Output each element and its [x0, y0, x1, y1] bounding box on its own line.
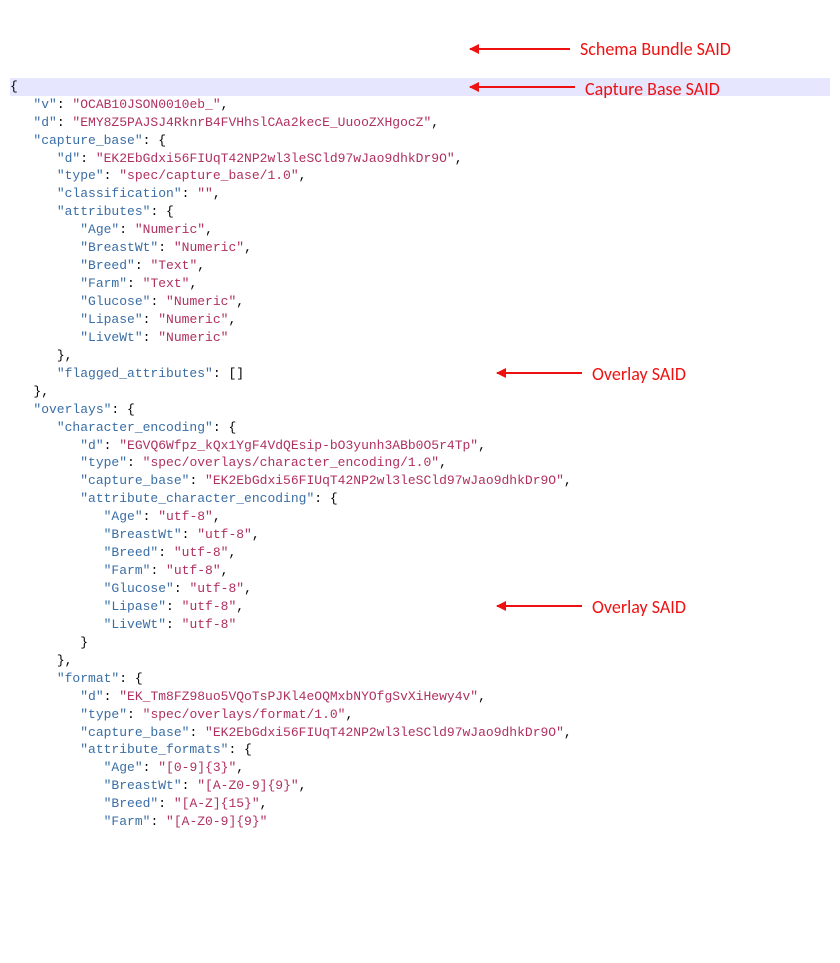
json-key: "Farm" — [80, 276, 127, 291]
json-string: "spec/capture_base/1.0" — [119, 168, 298, 183]
json-string: "EK2EbGdxi56FIUqT42NP2wl3leSCld97wJao9dh… — [205, 473, 564, 488]
json-string: "EK2EbGdxi56FIUqT42NP2wl3leSCld97wJao9dh… — [205, 725, 564, 740]
json-string: "utf-8" — [174, 545, 229, 560]
json-key: "BreastWt" — [104, 527, 182, 542]
json-string: "[A-Z0-9]{9}" — [166, 814, 267, 829]
json-key: "attributes" — [57, 204, 151, 219]
json-key: "attribute_formats" — [80, 742, 228, 757]
json-string: "OCAB10JSON0010eb_" — [72, 97, 220, 112]
json-string: "Numeric" — [158, 312, 228, 327]
json-string: "EGVQ6Wfpz_kQx1YgF4VdQEsip-bO3yunh3ABb0O… — [119, 438, 478, 453]
json-key: "capture_base" — [33, 133, 142, 148]
json-string: "utf-8" — [182, 617, 237, 632]
arrow-icon — [470, 48, 570, 50]
json-string: "EMY8Z5PAJSJ4RknrB4FVHhslCAa2kecE_UuooZX… — [72, 115, 431, 130]
json-key: "Breed" — [104, 796, 159, 811]
json-string: "EK2EbGdxi56FIUqT42NP2wl3leSCld97wJao9dh… — [96, 151, 455, 166]
json-string: "EK_Tm8FZ98uo5VQoTsPJKl4eOQMxbNYOfgSvXiH… — [119, 689, 478, 704]
json-string: "[A-Z0-9]{9}" — [197, 778, 298, 793]
json-string: "utf-8" — [189, 581, 244, 596]
json-key: "attribute_character_encoding" — [80, 491, 314, 506]
json-string: "utf-8" — [158, 509, 213, 524]
json-key: "Lipase" — [80, 312, 142, 327]
code-block: { "v": "OCAB10JSON0010eb_", "d": "EMY8Z5… — [10, 78, 830, 831]
json-key: "LiveWt" — [80, 330, 142, 345]
json-key: "Age" — [104, 509, 143, 524]
json-string: "spec/overlays/format/1.0" — [143, 707, 346, 722]
json-key: "format" — [57, 671, 119, 686]
json-key: "d" — [80, 438, 103, 453]
annotation-layer: Schema Bundle SAID Capture Base SAID Ove… — [0, 0, 6, 215]
json-key: "Glucose" — [104, 581, 174, 596]
json-string: "Text" — [150, 258, 197, 273]
json-key: "LiveWt" — [104, 617, 166, 632]
json-key: "capture_base" — [80, 473, 189, 488]
json-string: "utf-8" — [166, 563, 221, 578]
json-string: "spec/overlays/character_encoding/1.0" — [143, 455, 439, 470]
json-string: "" — [197, 186, 213, 201]
json-key: "Age" — [104, 760, 143, 775]
json-string: "Numeric" — [158, 330, 228, 345]
json-key: "BreastWt" — [104, 778, 182, 793]
json-key: "Farm" — [104, 563, 151, 578]
json-string: "utf-8" — [182, 599, 237, 614]
json-key: "Lipase" — [104, 599, 166, 614]
json-key: "Age" — [80, 222, 119, 237]
json-key: "flagged_attributes" — [57, 366, 213, 381]
json-key: "Glucose" — [80, 294, 150, 309]
json-key: "d" — [33, 115, 56, 130]
json-key: "Breed" — [104, 545, 159, 560]
json-key: "d" — [80, 689, 103, 704]
json-string: "Numeric" — [166, 294, 236, 309]
json-key: "type" — [80, 455, 127, 470]
json-key: "classification" — [57, 186, 182, 201]
json-key: "d" — [57, 151, 80, 166]
annotation-schema-bundle-said: Schema Bundle SAID — [580, 37, 731, 62]
json-string: "utf-8" — [197, 527, 252, 542]
json-key: "overlays" — [33, 402, 111, 417]
json-string: "[A-Z]{15}" — [174, 796, 260, 811]
json-key: "v" — [33, 97, 56, 112]
json-key: "character_encoding" — [57, 420, 213, 435]
json-string: "[0-9]{3}" — [158, 760, 236, 775]
json-string: "Numeric" — [135, 222, 205, 237]
json-key: "Farm" — [104, 814, 151, 829]
json-key: "type" — [57, 168, 104, 183]
json-key: "capture_base" — [80, 725, 189, 740]
json-key: "BreastWt" — [80, 240, 158, 255]
json-string: "Numeric" — [174, 240, 244, 255]
json-key: "type" — [80, 707, 127, 722]
json-string: "Text" — [143, 276, 190, 291]
json-key: "Breed" — [80, 258, 135, 273]
